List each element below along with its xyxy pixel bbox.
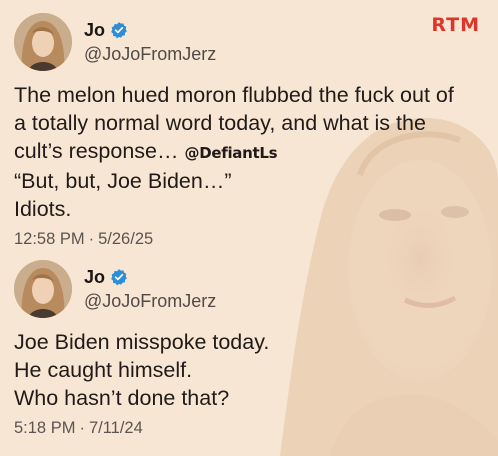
tweet-text-line: “But, but, Joe Biden…”	[14, 169, 232, 193]
tweet-time: 12:58 PM	[14, 230, 85, 248]
meta-separator: ·	[79, 419, 85, 437]
verified-badge-icon	[111, 269, 127, 286]
tweet-time: 5:18 PM	[14, 419, 76, 437]
tweet-text: The melon hued moron flubbed the fuck ou…	[14, 81, 492, 223]
tweet-date: 5/26/25	[98, 230, 154, 248]
tweet-text-line: Idiots.	[14, 197, 72, 221]
tweet-card[interactable]: Jo @JoJoFromJerz Joe Biden misspoke toda…	[14, 259, 494, 438]
tweet-text-line: The melon hued moron flubbed the fuck ou…	[14, 83, 454, 107]
author-handle[interactable]: @JoJoFromJerz	[84, 44, 216, 65]
author-name[interactable]: Jo	[84, 20, 105, 41]
verified-badge-icon	[111, 22, 127, 39]
tweet-timestamp[interactable]: 12:58 PM · 5/26/25	[14, 230, 494, 249]
avatar[interactable]	[14, 260, 72, 318]
meta-separator: ·	[88, 230, 95, 248]
tweet-text: Joe Biden misspoke today. He caught hims…	[14, 328, 492, 412]
tweet-text-line: a totally normal word today, and what is…	[14, 111, 426, 135]
tweet-card[interactable]: Jo @JoJoFromJerz The melon hued moron fl…	[14, 12, 494, 249]
tweet-text-line: Who hasn’t done that?	[14, 386, 230, 410]
author-handle[interactable]: @JoJoFromJerz	[84, 291, 216, 312]
watermark-tag: @DefiantLs	[184, 144, 278, 162]
author-name[interactable]: Jo	[84, 267, 105, 288]
avatar-photo-icon	[14, 13, 72, 71]
avatar[interactable]	[14, 13, 72, 71]
tweet-text-line: Joe Biden misspoke today.	[14, 330, 270, 354]
tweet-date: 7/11/24	[88, 419, 143, 437]
tweet-header: Jo @JoJoFromJerz	[14, 12, 494, 72]
tweet-text-line: He caught himself.	[14, 358, 193, 382]
tweet-header: Jo @JoJoFromJerz	[14, 259, 494, 319]
tweet-timestamp[interactable]: 5:18 PM · 7/11/24	[14, 419, 494, 438]
tweet-text-line: cult’s response…	[14, 139, 179, 163]
avatar-photo-icon	[14, 260, 72, 318]
tweet-text-line-with-tag: cult’s response… @DefiantLs	[14, 137, 492, 167]
